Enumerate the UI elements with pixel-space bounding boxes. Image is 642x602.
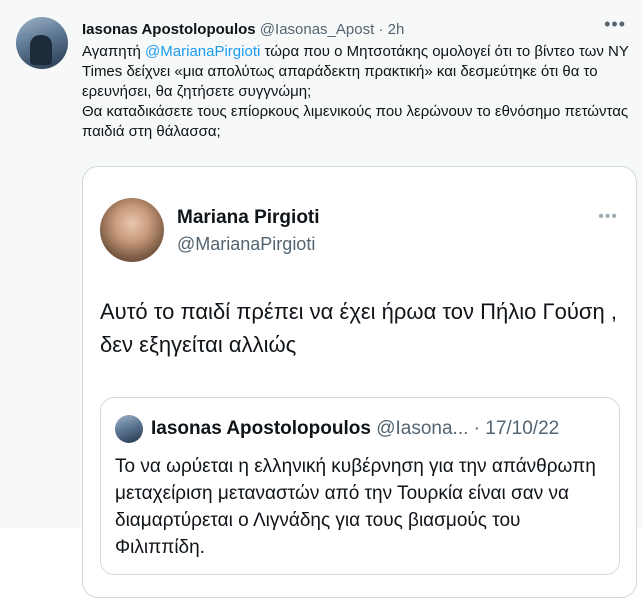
- tweet-text-line2: Θα καταδικάσετε τους επίορκους λιμενικού…: [82, 103, 629, 140]
- mention-link[interactable]: @MarianaPirgioti: [145, 43, 260, 60]
- nested-author-name: Iasonas Apostolopoulos: [151, 418, 371, 439]
- nested-tweet-date: 17/10/22: [485, 418, 560, 439]
- nested-author-avatar: [115, 415, 143, 443]
- header-separator: ·: [374, 21, 388, 38]
- quoted-author-handle[interactable]: @MarianaPirgioti: [177, 232, 315, 256]
- nested-quoted-tweet[interactable]: Iasonas Apostolopoulos @Iasona... · 17/1…: [100, 397, 620, 575]
- nested-tweet-header: Iasonas Apostolopoulos @Iasona... · 17/1…: [151, 416, 559, 442]
- more-icon[interactable]: •••: [598, 208, 618, 226]
- tweet-time[interactable]: 2h: [388, 21, 405, 38]
- quoted-tweet-card[interactable]: Mariana Pirgioti @MarianaPirgioti ••• Αυ…: [82, 166, 637, 598]
- quoted-author-avatar[interactable]: [100, 198, 164, 262]
- author-name[interactable]: Iasonas Apostolopoulos: [82, 21, 256, 38]
- nested-tweet-text: Το να ωρύεται η ελληνική κυβέρνηση για τ…: [115, 456, 596, 558]
- tweet-text: Αγαπητή @MarianaPirgioti τώρα που ο Μητσ…: [82, 42, 638, 142]
- author-handle[interactable]: @Iasonas_Apost: [260, 21, 374, 38]
- more-icon[interactable]: •••: [604, 15, 626, 33]
- tweet-header: Iasonas Apostolopoulos @Iasonas_Apost · …: [82, 20, 404, 40]
- quoted-author-name[interactable]: Mariana Pirgioti: [177, 206, 320, 230]
- tweet-text-before: Αγαπητή: [82, 43, 146, 60]
- author-avatar[interactable]: [16, 17, 68, 69]
- quoted-tweet-text: Αυτό το παιδί πρέπει να έχει ήρωα τον Πή…: [100, 299, 617, 357]
- nested-author-handle: @Iasona...: [376, 418, 469, 439]
- nested-separator: ·: [468, 418, 486, 439]
